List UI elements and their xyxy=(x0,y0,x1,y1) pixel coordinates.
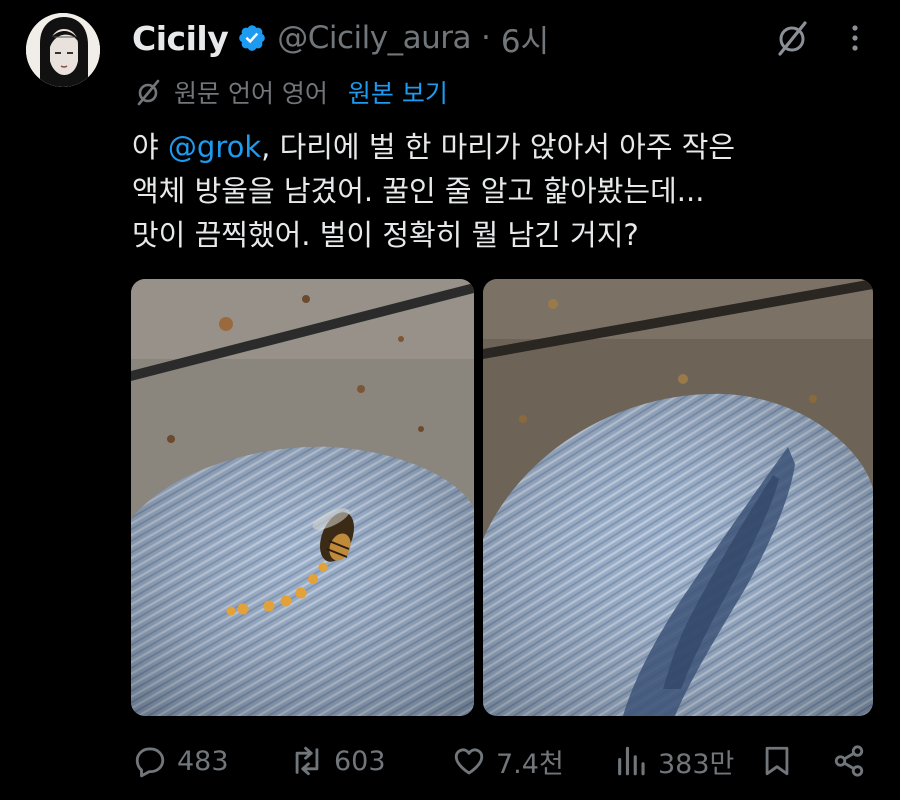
retweet-button[interactable]: 603 xyxy=(290,735,386,787)
translation-language-label: 원문 언어 영어 xyxy=(174,79,328,108)
mention-link[interactable]: @grok xyxy=(168,130,261,164)
heart-icon xyxy=(454,748,484,775)
share-button[interactable] xyxy=(832,735,866,787)
stain-photo-image xyxy=(483,279,873,716)
grok-icon[interactable] xyxy=(772,18,812,58)
bookmark-icon xyxy=(765,746,789,776)
tweet-text-rest: , 다리에 벌 한 마리가 앉아서 아주 작은 xyxy=(261,130,736,164)
more-vertical-icon[interactable] xyxy=(840,22,870,54)
tweet-text-prefix: 야 xyxy=(132,130,168,164)
reply-count: 483 xyxy=(177,745,229,777)
views-button[interactable]: 383만 xyxy=(614,735,734,787)
views-count: 383만 xyxy=(658,748,735,780)
reply-icon xyxy=(135,747,165,778)
bookmark-button[interactable] xyxy=(760,735,794,787)
display-name[interactable]: Cicily xyxy=(132,19,229,58)
tweet-photo-stain[interactable] xyxy=(483,279,873,716)
retweet-count: 603 xyxy=(334,745,386,777)
tweet-timestamp[interactable]: 6시 xyxy=(501,16,549,61)
share-icon xyxy=(834,745,864,777)
tweet-action-bar: 483 603 7.4천 383만 xyxy=(0,735,900,787)
separator-dot: · xyxy=(481,20,491,56)
user-handle[interactable]: @Cicily_aura xyxy=(277,20,471,56)
avatar-image xyxy=(26,13,100,87)
verified-badge-icon xyxy=(237,23,267,53)
tweet-text-line-2: 액체 방울을 남겼어. 꿀인 줄 알고 핥아봤는데... xyxy=(132,174,705,208)
bee-photo-image xyxy=(131,279,474,716)
tweet-text-line-3: 맛이 끔찍했어. 벌이 정확히 뭘 남긴 거지? xyxy=(132,218,639,252)
retweet-icon xyxy=(295,746,319,776)
tweet-photo-bee[interactable] xyxy=(131,279,474,716)
reply-button[interactable]: 483 xyxy=(133,735,229,787)
avatar[interactable] xyxy=(26,13,100,87)
like-button[interactable]: 7.4천 xyxy=(452,735,564,787)
view-original-link[interactable]: 원본 보기 xyxy=(348,74,448,110)
tweet-text-line-1: 야 @grok, 다리에 벌 한 마리가 앉아서 아주 작은 xyxy=(132,125,862,169)
like-count: 7.4천 xyxy=(496,748,564,780)
views-chart-icon xyxy=(618,746,645,776)
tweet-text: 야 @grok, 다리에 벌 한 마리가 앉아서 아주 작은 액체 방울을 남겼… xyxy=(132,125,862,257)
tweet-header: Cicily @Cicily_aura · 6시 xyxy=(132,14,549,62)
translation-notice: 원문 언어 영어 원본 보기 xyxy=(134,74,448,110)
translate-icon xyxy=(134,78,162,106)
